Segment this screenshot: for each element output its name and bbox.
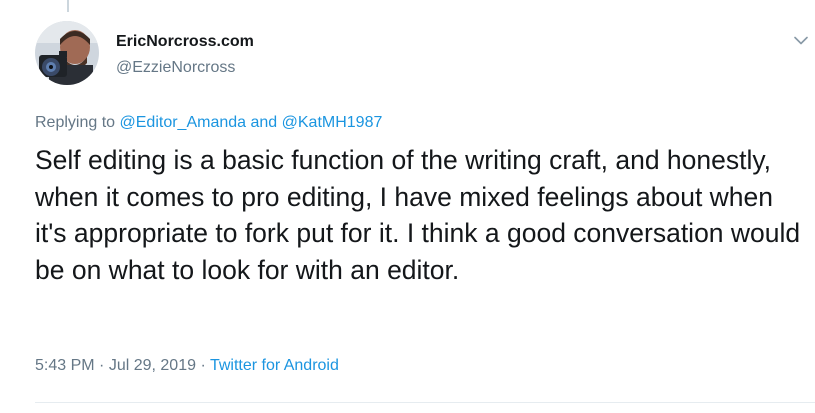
reply-prefix: Replying to bbox=[35, 114, 120, 131]
tweet-source-link[interactable]: Twitter for Android bbox=[210, 357, 339, 374]
more-options-button[interactable] bbox=[790, 29, 812, 51]
divider bbox=[35, 402, 815, 403]
reply-and: and bbox=[246, 114, 282, 131]
tweet-meta: 5:43 PM · Jul 29, 2019 · Twitter for And… bbox=[35, 357, 339, 375]
mention-link-2[interactable]: @KatMH1987 bbox=[282, 114, 383, 131]
meta-separator: · bbox=[196, 357, 210, 374]
tweet-time[interactable]: 5:43 PM bbox=[35, 357, 95, 374]
chevron-down-icon bbox=[794, 36, 808, 44]
user-handle[interactable]: @EzzieNorcross bbox=[116, 59, 235, 77]
avatar[interactable] bbox=[35, 21, 99, 85]
tweet-date[interactable]: Jul 29, 2019 bbox=[109, 357, 196, 374]
avatar-image bbox=[35, 21, 99, 85]
display-name[interactable]: EricNorcross.com bbox=[116, 33, 254, 51]
thread-connector-line bbox=[67, 0, 69, 12]
tweet-text: Self editing is a basic function of the … bbox=[35, 145, 801, 285]
meta-separator: · bbox=[94, 357, 109, 374]
reply-context: Replying to @Editor_Amanda and @KatMH198… bbox=[35, 114, 382, 132]
mention-link-1[interactable]: @Editor_Amanda bbox=[120, 114, 247, 131]
